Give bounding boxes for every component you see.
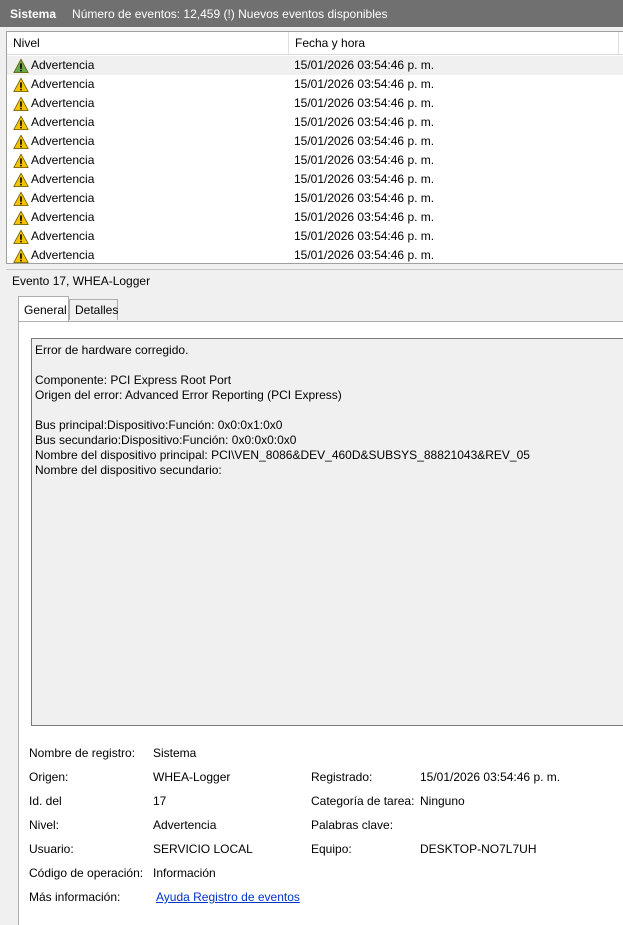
table-row[interactable]: Advertencia 15/01/2026 03:54:46 p. m.: [7, 75, 623, 94]
level-cell: Advertencia: [13, 132, 94, 151]
warning-icon: [13, 229, 29, 244]
datetime-cell: 15/01/2026 03:54:46 p. m.: [294, 96, 435, 110]
warning-icon: [13, 77, 29, 92]
description-line: [35, 358, 621, 373]
log-titlebar: Sistema Número de eventos: 12,459 (!) Nu…: [0, 0, 623, 27]
logged-label: Registrado:: [311, 770, 373, 784]
log-name-value[interactable]: Sistema: [153, 746, 196, 760]
datetime-cell: 15/01/2026 03:54:46 p. m.: [294, 229, 435, 243]
more-info-link[interactable]: Ayuda Registro de eventos: [156, 890, 300, 904]
tab-general[interactable]: General: [18, 296, 69, 321]
description-line: Componente: PCI Express Root Port: [35, 373, 232, 387]
table-row[interactable]: Advertencia 15/01/2026 03:54:46 p. m.: [7, 56, 623, 75]
level-value[interactable]: Advertencia: [153, 818, 216, 832]
datetime-cell: 15/01/2026 03:54:46 p. m.: [294, 210, 435, 224]
events-rows: Advertencia 15/01/2026 03:54:46 p. m. Adve…: [7, 56, 623, 263]
warning-icon: [13, 96, 29, 111]
description-line: Nombre del dispositivo secundario:: [35, 463, 222, 477]
warning-icon: [13, 58, 29, 73]
computer-value[interactable]: DESKTOP-NO7L7UH: [420, 842, 536, 856]
user-value[interactable]: SERVICIO LOCAL: [153, 842, 253, 856]
level-text: Advertencia: [31, 115, 95, 129]
general-tab-page: Error de hardware corregido. Componente: …: [18, 321, 623, 925]
level-label: Nivel:: [29, 818, 60, 832]
events-column-header: Nivel Fecha y hora: [7, 32, 623, 55]
events-list-panel[interactable]: Nivel Fecha y hora Advertencia 15/01/2026…: [6, 31, 623, 264]
table-row[interactable]: Advertencia 15/01/2026 03:54:46 p. m.: [7, 246, 623, 263]
tab-details[interactable]: Detalles: [69, 299, 118, 320]
warning-icon: [13, 134, 29, 149]
description-line: Bus secundario:Dispositivo:Función: 0x0:…: [35, 433, 297, 447]
keywords-label: Palabras clave:: [311, 818, 394, 832]
level-text: Advertencia: [31, 191, 95, 205]
level-text: Advertencia: [31, 248, 95, 262]
level-cell: Advertencia: [13, 170, 94, 189]
datetime-cell: 15/01/2026 03:54:46 p. m.: [294, 172, 435, 186]
warning-icon: [13, 153, 29, 168]
opcode-value[interactable]: Información: [153, 866, 216, 880]
event-description-box[interactable]: Error de hardware corregido. Componente: …: [31, 338, 623, 726]
user-label: Usuario:: [29, 842, 74, 856]
datetime-cell: 15/01/2026 03:54:46 p. m.: [294, 134, 435, 148]
table-row[interactable]: Advertencia 15/01/2026 03:54:46 p. m.: [7, 208, 623, 227]
table-row[interactable]: Advertencia 15/01/2026 03:54:46 p. m.: [7, 151, 623, 170]
event-id-value[interactable]: 17: [153, 794, 166, 808]
level-cell: Advertencia: [13, 56, 94, 75]
source-label: Origen:: [29, 770, 69, 784]
source-value[interactable]: WHEA-Logger: [153, 770, 230, 784]
datetime-cell: 15/01/2026 03:54:46 p. m.: [294, 58, 435, 72]
table-row[interactable]: Advertencia 15/01/2026 03:54:46 p. m.: [7, 189, 623, 208]
opcode-label: Código de operación:: [29, 866, 144, 880]
datetime-cell: 15/01/2026 03:54:46 p. m.: [294, 115, 435, 129]
datetime-cell: 15/01/2026 03:54:46 p. m.: [294, 153, 435, 167]
computer-label: Equipo:: [311, 842, 352, 856]
level-text: Advertencia: [31, 153, 95, 167]
logged-value[interactable]: 15/01/2026 03:54:46 p. m.: [420, 770, 560, 784]
event-detail-header: Evento 17, WHEA-Logger: [6, 269, 623, 291]
level-cell: Advertencia: [13, 113, 94, 132]
description-line: Error de hardware corregido.: [35, 343, 189, 357]
level-text: Advertencia: [31, 77, 95, 91]
event-id-label: Id. del: [29, 794, 62, 808]
datetime-cell: 15/01/2026 03:54:46 p. m.: [294, 248, 435, 262]
datetime-cell: 15/01/2026 03:54:46 p. m.: [294, 77, 435, 91]
level-cell: Advertencia: [13, 94, 94, 113]
event-count-summary: Número de eventos: 12,459 (!) Nuevos eve…: [72, 6, 388, 21]
table-row[interactable]: Advertencia 15/01/2026 03:54:46 p. m.: [7, 94, 623, 113]
column-header-level[interactable]: Nivel: [7, 32, 289, 55]
task-category-value[interactable]: Ninguno: [420, 794, 465, 808]
description-line: Nombre del dispositivo principal: PCI\VE…: [35, 448, 530, 462]
warning-icon: [13, 115, 29, 130]
more-info-label: Más información:: [29, 890, 121, 904]
level-text: Advertencia: [31, 229, 95, 243]
description-line: Bus principal:Dispositivo:Función: 0x0:0…: [35, 418, 283, 432]
level-text: Advertencia: [31, 210, 95, 224]
column-header-datetime[interactable]: Fecha y hora: [289, 32, 619, 55]
table-row[interactable]: Advertencia 15/01/2026 03:54:46 p. m.: [7, 132, 623, 151]
description-line: [35, 403, 621, 418]
level-text: Advertencia: [31, 96, 95, 110]
warning-icon: [13, 248, 29, 263]
level-cell: Advertencia: [13, 208, 94, 227]
level-cell: Advertencia: [13, 189, 94, 208]
log-name: Sistema: [10, 6, 57, 21]
level-text: Advertencia: [31, 58, 95, 72]
level-cell: Advertencia: [13, 246, 95, 263]
log-name-label: Nombre de registro:: [29, 746, 136, 760]
table-row[interactable]: Advertencia 15/01/2026 03:54:46 p. m.: [7, 170, 623, 189]
level-cell: Advertencia: [13, 75, 94, 94]
table-row[interactable]: Advertencia 15/01/2026 03:54:46 p. m.: [7, 227, 623, 246]
datetime-cell: 15/01/2026 03:54:46 p. m.: [294, 191, 435, 205]
warning-icon: [13, 172, 29, 187]
level-text: Advertencia: [31, 134, 95, 148]
table-row[interactable]: Advertencia 15/01/2026 03:54:46 p. m.: [7, 113, 623, 132]
task-category-label: Categoría de tarea:: [311, 794, 415, 808]
level-cell: Advertencia: [13, 227, 94, 246]
warning-icon: [13, 210, 29, 225]
warning-icon: [13, 191, 29, 206]
level-cell: Advertencia: [13, 151, 94, 170]
description-line: Origen del error: Advanced Error Reporti…: [35, 388, 342, 402]
level-text: Advertencia: [31, 172, 95, 186]
